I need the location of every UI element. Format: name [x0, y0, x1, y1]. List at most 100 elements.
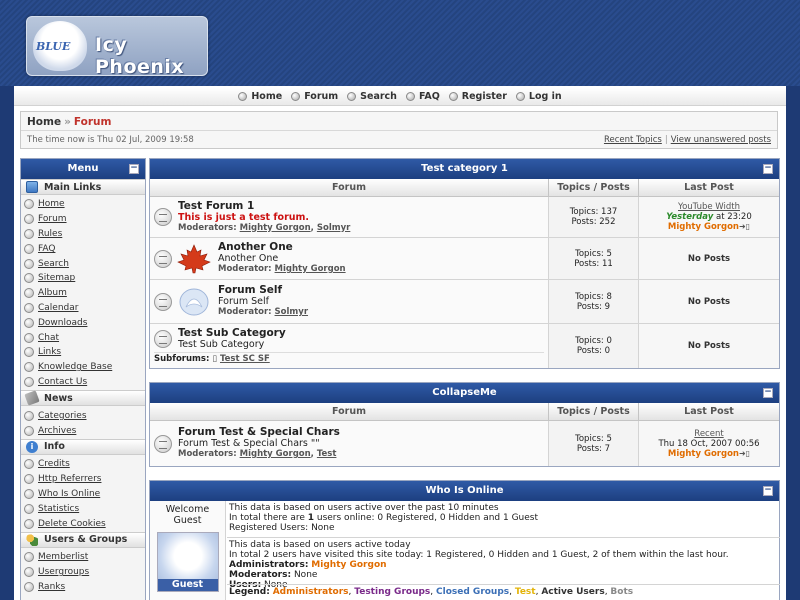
menu-item-label[interactable]: Ranks [38, 582, 65, 592]
menu-item[interactable]: Knowledge Base [24, 360, 145, 375]
menu-item-label[interactable]: Categories [38, 411, 87, 421]
breadcrumb-home[interactable]: Home [27, 116, 61, 128]
menu-item[interactable]: Sitemap [24, 271, 145, 286]
menu-item[interactable]: Chat [24, 330, 145, 345]
online-title[interactable]: Who Is Online [425, 485, 503, 496]
recent-topics-link[interactable]: Recent Topics [604, 135, 662, 145]
menu-item[interactable]: FAQ [24, 241, 145, 256]
side-menu: Menu − Main Links Home Forum Rules FAQ S… [20, 158, 146, 600]
users-list: Memberlist Usergroups Ranks [21, 548, 145, 595]
menu-item-label[interactable]: Http Referrers [38, 474, 101, 484]
menu-item[interactable]: Usergroups [24, 565, 145, 580]
goto-last-post-icon[interactable]: ➜▯ [739, 449, 750, 458]
moderator-link[interactable]: Mighty Gorgon [240, 449, 311, 459]
menu-item[interactable]: Calendar [24, 301, 145, 316]
menu-item-label[interactable]: Chat [38, 333, 59, 343]
menu-item-label[interactable]: Knowledge Base [38, 362, 112, 372]
nav-forum[interactable]: Forum [291, 91, 338, 102]
tag-icon [24, 390, 40, 407]
menu-item[interactable]: Statistics [24, 501, 145, 516]
moderator-link[interactable]: Mighty Gorgon [240, 223, 311, 233]
legend-testing-groups[interactable]: Testing Groups [354, 587, 430, 597]
collapse-icon[interactable]: − [763, 486, 773, 496]
menu-item-label[interactable]: Contact Us [38, 377, 87, 387]
menu-item-label[interactable]: Statistics [38, 504, 79, 514]
moderator-link[interactable]: Solmyr [317, 223, 350, 233]
nav-home[interactable]: Home [238, 91, 282, 102]
menu-item[interactable]: Search [24, 256, 145, 271]
forum-title[interactable]: Forum Self [218, 285, 308, 296]
forum-stats: Topics: 8 Posts: 9 [548, 280, 638, 323]
menu-item[interactable]: Http Referrers [24, 472, 145, 487]
menu-item-label[interactable]: FAQ [38, 244, 55, 254]
nav-label: Forum [304, 91, 339, 102]
unanswered-posts-link[interactable]: View unanswered posts [671, 135, 771, 145]
menu-item-label[interactable]: Memberlist [38, 552, 88, 562]
menu-item-label[interactable]: Usergroups [38, 567, 89, 577]
bullet-icon [24, 273, 34, 284]
last-post-user[interactable]: Mighty Gorgon [668, 449, 739, 459]
menu-item-label[interactable]: Search [38, 259, 69, 269]
menu-item[interactable]: Contact Us [24, 375, 145, 390]
last-post-topic-link[interactable]: Recent [694, 429, 723, 439]
category-title[interactable]: CollapseMe [432, 387, 496, 398]
forum-title[interactable]: Test Sub Category [178, 328, 286, 339]
menu-item-label[interactable]: Home [38, 199, 65, 209]
menu-item-label[interactable]: Links [38, 347, 61, 357]
bullet-icon [24, 552, 34, 563]
menu-item-label[interactable]: Downloads [38, 318, 87, 328]
menu-item-label[interactable]: Sitemap [38, 273, 75, 283]
site-logo[interactable]: BLUE Icy Phoenix [26, 16, 208, 78]
menu-item-label[interactable]: Rules [38, 229, 62, 239]
subforum-link[interactable]: Test SC SF [220, 354, 270, 364]
moderator-link[interactable]: Test [317, 449, 337, 459]
forum-stats: Topics: 5 Posts: 11 [548, 238, 638, 279]
menu-item-label[interactable]: Archives [38, 426, 76, 436]
menu-item[interactable]: Links [24, 345, 145, 360]
collapse-icon[interactable]: − [763, 164, 773, 174]
last-post-date: Thu 18 Oct, 2007 00:56 [658, 438, 760, 449]
nav-login[interactable]: Log in [515, 91, 562, 102]
legend-administrators[interactable]: Administrators [273, 587, 349, 597]
last-post-user[interactable]: Mighty Gorgon [668, 222, 739, 232]
forum-title[interactable]: Test Forum 1 [178, 200, 350, 212]
admin-user-link[interactable]: Mighty Gorgon [311, 560, 386, 570]
menu-item-label[interactable]: Delete Cookies [38, 519, 106, 529]
moderator-link[interactable]: Solmyr [275, 307, 308, 317]
nav-faq[interactable]: FAQ [405, 91, 440, 102]
collapse-icon[interactable]: − [129, 164, 139, 174]
menu-item[interactable]: Rules [24, 227, 145, 242]
breadcrumb-current[interactable]: Forum [74, 116, 112, 128]
category-title[interactable]: Test category 1 [421, 163, 508, 174]
menu-item[interactable]: Who Is Online [24, 487, 145, 502]
last-post-topic-link[interactable]: YouTube Width [678, 202, 740, 212]
menu-item[interactable]: Downloads [24, 315, 145, 330]
menu-item[interactable]: Album [24, 286, 145, 301]
menu-item[interactable]: Archives [24, 423, 145, 438]
forum-title[interactable]: Forum Test & Special Chars [178, 427, 340, 438]
menu-item-label[interactable]: Calendar [38, 303, 78, 313]
collapse-icon[interactable]: − [763, 388, 773, 398]
menu-item[interactable]: Forum [24, 212, 145, 227]
nav-register[interactable]: Register [448, 91, 507, 102]
menu-item[interactable]: Credits [24, 457, 145, 472]
menu-item[interactable]: Delete Cookies [24, 516, 145, 531]
goto-last-post-icon[interactable]: ➜▯ [739, 222, 750, 231]
menu-item-label[interactable]: Credits [38, 459, 70, 469]
bullet-icon [24, 488, 34, 499]
legend-closed-groups[interactable]: Closed Groups [436, 587, 509, 597]
menu-item[interactable]: Ranks [24, 580, 145, 595]
menu-item-label[interactable]: Who Is Online [38, 489, 100, 499]
menu-item[interactable]: Categories [24, 408, 145, 423]
menu-item[interactable]: Memberlist [24, 550, 145, 565]
menu-item-label[interactable]: Album [38, 288, 67, 298]
welcome-text: Welcome [165, 504, 210, 515]
no-posts-text: No Posts [687, 296, 731, 307]
menu-item-label[interactable]: Forum [38, 214, 67, 224]
moderator-link[interactable]: Mighty Gorgon [275, 264, 346, 274]
forum-title[interactable]: Another One [218, 242, 346, 253]
nav-search[interactable]: Search [347, 91, 397, 102]
legend-test[interactable]: Test [515, 587, 536, 597]
menu-item[interactable]: Home [24, 197, 145, 212]
bullet-icon [24, 243, 34, 254]
